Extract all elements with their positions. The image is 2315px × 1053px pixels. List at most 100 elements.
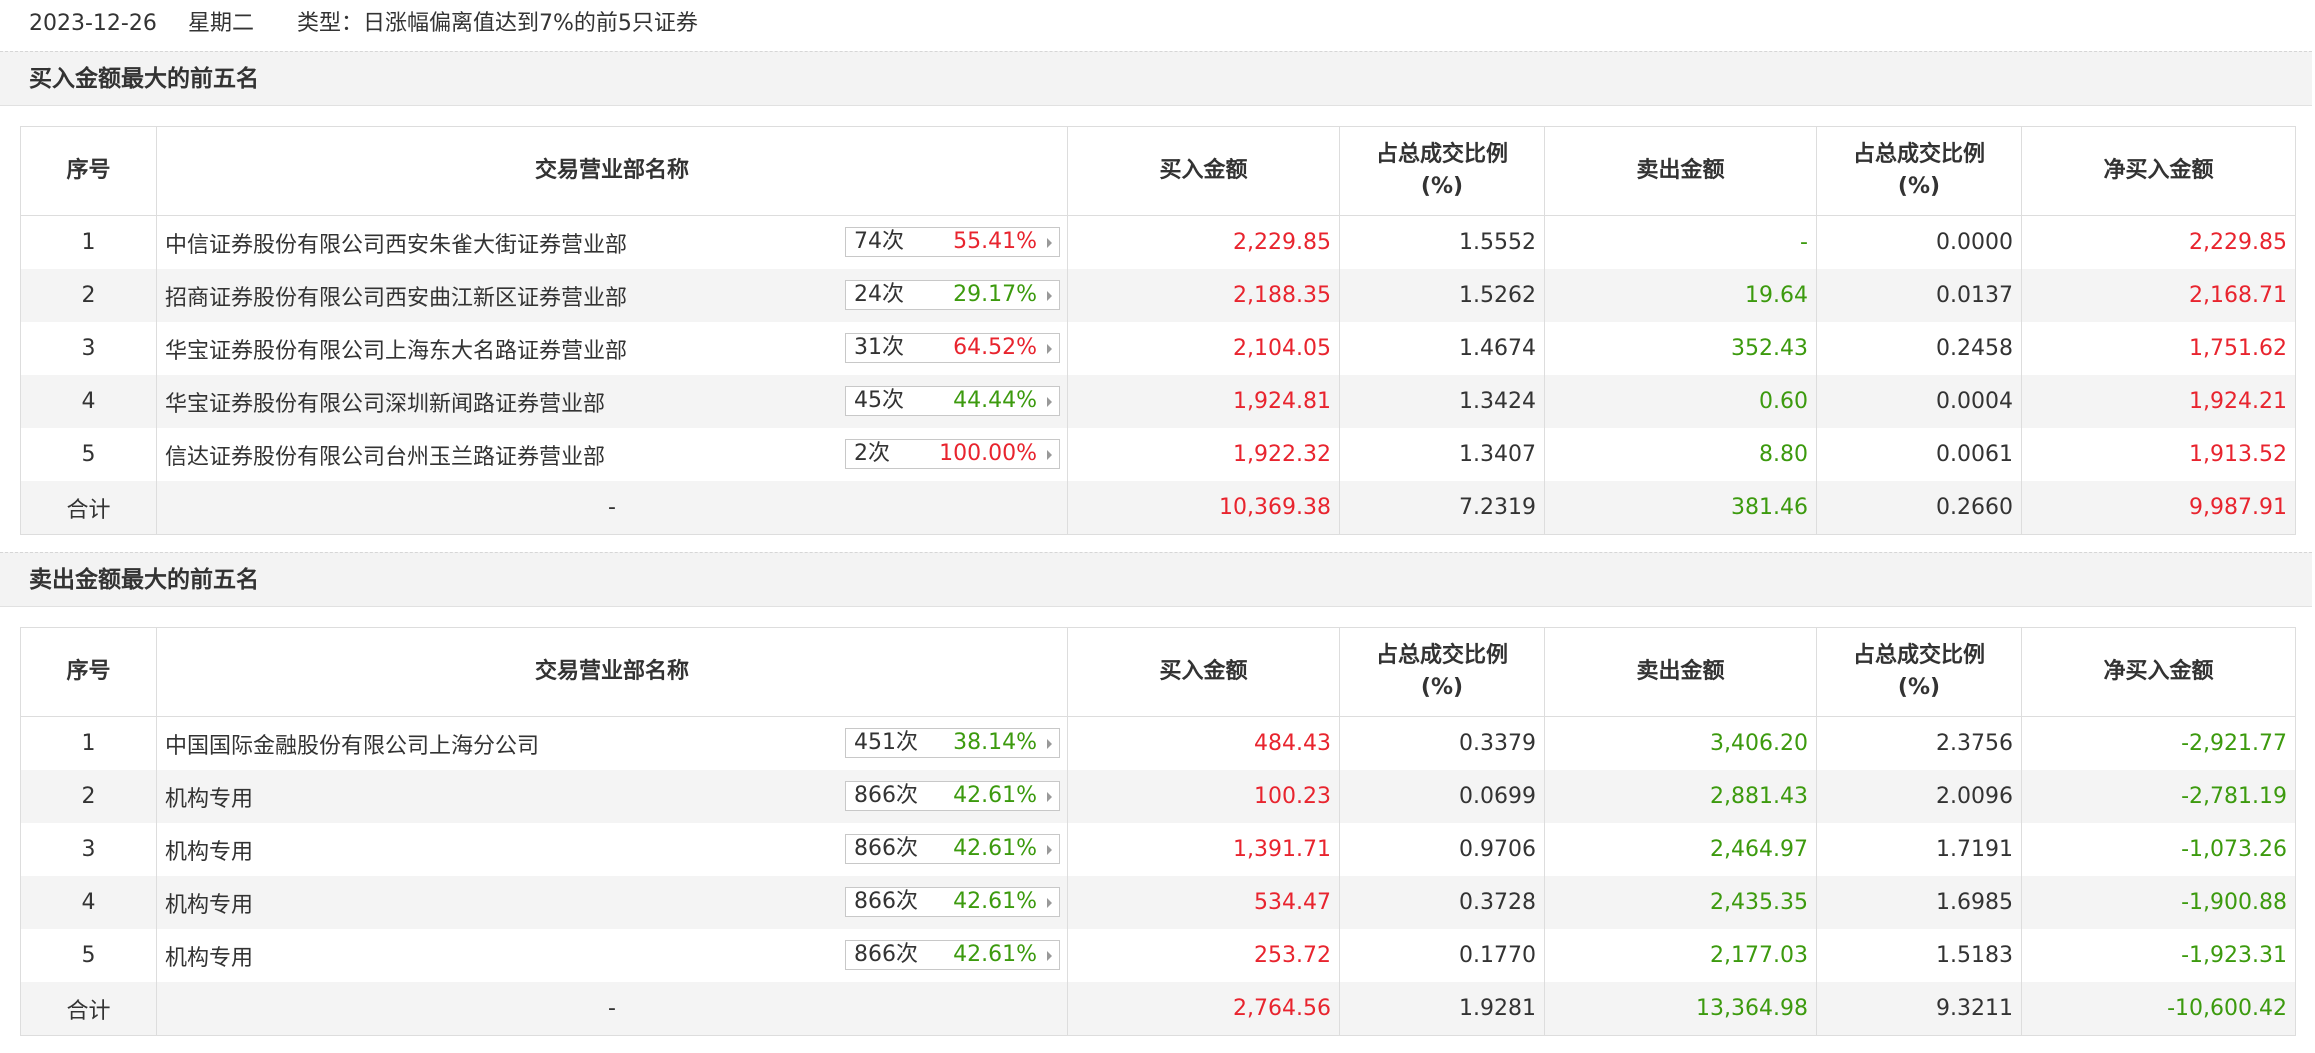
table-row[interactable]: 4 华宝证券股份有限公司深圳新闻路证券营业部 45次 44.44% 1,924.81 1.…	[20, 375, 2296, 428]
sell-ratio: 0.2458	[1816, 322, 2022, 375]
win-rate: 42.61%	[953, 889, 1037, 914]
col-sell-ratio-header: 占总成交比例 (%)	[1816, 627, 2022, 717]
branch-name[interactable]: 机构专用	[165, 840, 253, 865]
win-rate: 29.17%	[953, 282, 1037, 307]
table-row[interactable]: 5 机构专用 866次 42.61% 253.72 0.1770 2,177.03 1.518…	[20, 929, 2296, 982]
col-buy-ratio-header: 占总成交比例 (%)	[1339, 627, 1545, 717]
table-row[interactable]: 2 机构专用 866次 42.61% 100.23 0.0699 2,881.43 2.009…	[20, 770, 2296, 823]
net-buy-amount: -1,900.88	[2021, 876, 2296, 929]
branch-history-badge[interactable]: 866次 42.61%	[845, 781, 1060, 811]
row-index: 5	[20, 428, 157, 481]
branch-name[interactable]: 招商证券股份有限公司西安曲江新区证券营业部	[165, 286, 627, 311]
sell-section-title: 卖出金额最大的前五名	[0, 552, 2312, 607]
col-buy-ratio-header-line: (%)	[1420, 174, 1464, 199]
buy-amount: 1,391.71	[1067, 823, 1340, 876]
win-rate: 42.61%	[953, 836, 1037, 861]
col-buy-amount-header-line: 买入金额	[1159, 158, 1248, 183]
total-buy-ratio: 7.2319	[1339, 481, 1545, 535]
net-buy-amount: 1,924.21	[2021, 375, 2296, 428]
total-label: 合计	[20, 481, 157, 535]
branch-name[interactable]: 机构专用	[165, 787, 253, 812]
col-index-header: 序号	[20, 627, 157, 717]
branch-name-cell: 华宝证券股份有限公司深圳新闻路证券营业部 45次 44.44%	[156, 375, 1068, 428]
caret-right-icon	[1047, 898, 1052, 908]
caret-right-icon	[1047, 291, 1052, 301]
buy-amount: 1,922.32	[1067, 428, 1340, 481]
total-label: 合计	[20, 982, 157, 1036]
sell-amount: 8.80	[1544, 428, 1817, 481]
sell-top5-table: 序号 交易营业部名称 买入金额 占总成交比例 (%) 卖出金额 占总成交比例 (%) 净买入金额…	[20, 627, 2296, 1036]
row-index: 3	[20, 322, 157, 375]
total-buy-amount: 2,764.56	[1067, 982, 1340, 1036]
sell-amount: 2,881.43	[1544, 770, 1817, 823]
header-row: 序号 交易营业部名称 买入金额 占总成交比例 (%) 卖出金额 占总成交比例 (%) 净买入金额	[20, 627, 2296, 717]
win-rate: 44.44%	[953, 388, 1037, 413]
win-rate: 38.14%	[953, 730, 1037, 755]
buy-ratio: 0.0699	[1339, 770, 1545, 823]
total-branch-name: -	[156, 481, 1068, 535]
total-branch-name: -	[156, 982, 1068, 1036]
caret-right-icon	[1047, 397, 1052, 407]
branch-name[interactable]: 机构专用	[165, 893, 253, 918]
table-row[interactable]: 5 信达证券股份有限公司台州玉兰路证券营业部 2次 100.00% 1,922.32 1.…	[20, 428, 2296, 481]
buy-amount: 534.47	[1067, 876, 1340, 929]
branch-name[interactable]: 信达证券股份有限公司台州玉兰路证券营业部	[165, 445, 605, 470]
branch-history-badge[interactable]: 24次 29.17%	[845, 280, 1060, 310]
win-rate: 42.61%	[953, 942, 1037, 967]
branch-name[interactable]: 机构专用	[165, 946, 253, 971]
table-row[interactable]: 3 机构专用 866次 42.61% 1,391.71 0.9706 2,464.97 1.7…	[20, 823, 2296, 876]
sell-ratio: 1.6985	[1816, 876, 2022, 929]
buy-amount: 2,104.05	[1067, 322, 1340, 375]
branch-history-badge[interactable]: 45次 44.44%	[845, 386, 1060, 416]
table-row[interactable]: 1 中信证券股份有限公司西安朱雀大街证券营业部 74次 55.41% 2,229.85 1…	[20, 215, 2296, 269]
buy-amount: 253.72	[1067, 929, 1340, 982]
branch-history-badge[interactable]: 31次 64.52%	[845, 333, 1060, 363]
col-net-buy-header-line: 净买入金额	[2103, 659, 2214, 684]
branch-name[interactable]: 中信证券股份有限公司西安朱雀大街证券营业部	[165, 233, 627, 258]
caret-right-icon	[1047, 450, 1052, 460]
branch-name-cell: 信达证券股份有限公司台州玉兰路证券营业部 2次 100.00%	[156, 428, 1068, 481]
col-net-buy-header: 净买入金额	[2021, 627, 2296, 717]
branch-history-badge[interactable]: 451次 38.14%	[845, 728, 1060, 758]
branch-name[interactable]: 华宝证券股份有限公司深圳新闻路证券营业部	[165, 392, 605, 417]
branch-name[interactable]: 华宝证券股份有限公司上海东大名路证券营业部	[165, 339, 627, 364]
appearance-count: 24次	[854, 282, 904, 307]
row-index: 5	[20, 929, 157, 982]
col-sell-ratio-header: 占总成交比例 (%)	[1816, 126, 2022, 216]
col-branch-name-header-line: 交易营业部名称	[534, 659, 689, 684]
branch-name-cell: 招商证券股份有限公司西安曲江新区证券营业部 24次 29.17%	[156, 269, 1068, 322]
buy-ratio: 1.5262	[1339, 269, 1545, 322]
info-bar: 2023-12-26 星期二 类型：日涨幅偏离值达到7%的前5只证券	[0, 0, 2315, 48]
table-row[interactable]: 1 中国国际金融股份有限公司上海分公司 451次 38.14% 484.43 0.3379…	[20, 716, 2296, 770]
win-rate: 64.52%	[953, 335, 1037, 360]
sell-ratio: 0.0004	[1816, 375, 2022, 428]
sell-amount: 19.64	[1544, 269, 1817, 322]
sell-ratio: 0.0000	[1816, 215, 2022, 269]
branch-name-cell: 华宝证券股份有限公司上海东大名路证券营业部 31次 64.52%	[156, 322, 1068, 375]
col-sell-ratio-header-line: 占总成交比例	[1852, 142, 1985, 167]
branch-history-badge[interactable]: 866次 42.61%	[845, 834, 1060, 864]
header-row: 序号 交易营业部名称 买入金额 占总成交比例 (%) 卖出金额 占总成交比例 (%) 净买入金额	[20, 126, 2296, 216]
branch-history-badge[interactable]: 866次 42.61%	[845, 940, 1060, 970]
table-row[interactable]: 3 华宝证券股份有限公司上海东大名路证券营业部 31次 64.52% 2,104.05 1…	[20, 322, 2296, 375]
table-row[interactable]: 2 招商证券股份有限公司西安曲江新区证券营业部 24次 29.17% 2,188.35 1…	[20, 269, 2296, 322]
buy-amount: 2,188.35	[1067, 269, 1340, 322]
caret-right-icon	[1047, 238, 1052, 248]
branch-name-cell: 机构专用 866次 42.61%	[156, 929, 1068, 982]
col-buy-amount-header: 买入金额	[1067, 126, 1340, 216]
buy-amount: 100.23	[1067, 770, 1340, 823]
branch-name[interactable]: 中国国际金融股份有限公司上海分公司	[165, 734, 539, 759]
buy-ratio: 1.3407	[1339, 428, 1545, 481]
buy-amount: 2,229.85	[1067, 215, 1340, 269]
branch-history-badge[interactable]: 866次 42.61%	[845, 887, 1060, 917]
net-buy-amount: -2,921.77	[2021, 716, 2296, 770]
branch-history-badge[interactable]: 2次 100.00%	[845, 439, 1060, 469]
net-buy-amount: 1,751.62	[2021, 322, 2296, 375]
col-buy-ratio-header-line: (%)	[1420, 675, 1464, 700]
branch-history-badge[interactable]: 74次 55.41%	[845, 227, 1060, 257]
appearance-count: 74次	[854, 229, 904, 254]
table-row[interactable]: 4 机构专用 866次 42.61% 534.47 0.3728 2,435.35 1.698…	[20, 876, 2296, 929]
col-index-header-line: 序号	[66, 158, 111, 183]
col-sell-amount-header: 卖出金额	[1544, 627, 1817, 717]
row-index: 4	[20, 876, 157, 929]
